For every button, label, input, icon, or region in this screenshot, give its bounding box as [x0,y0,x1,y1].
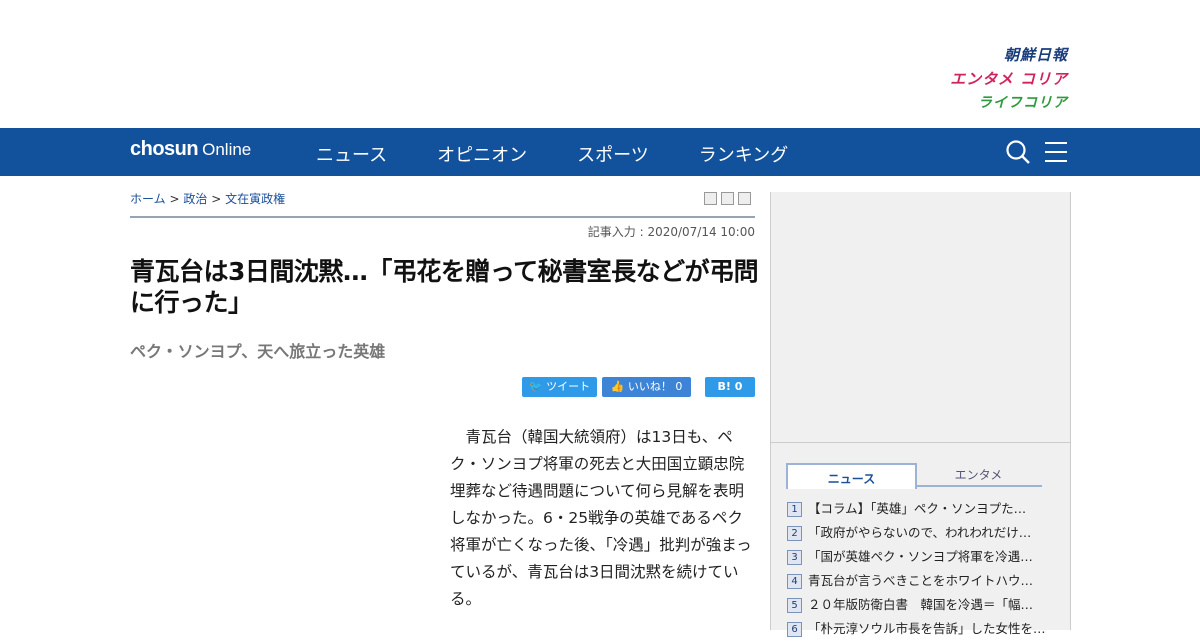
ranking-item[interactable]: 6 「朴元淳ソウル市長を告訴」した女性を… [787,618,1055,642]
hatena-bookmark-button[interactable]: B! 0 [705,377,755,397]
text-view-icon[interactable] [721,192,734,205]
tab-entame[interactable]: エンタメ [915,463,1042,487]
article-subtitle: ペク・ソンヨプ、天へ旅立った英雄 [130,342,386,361]
article-headline: 青瓦台は3日間沈黙…「弔花を贈って秘書室長などが弔問に行った」 [130,257,759,317]
rank-number: 4 [787,574,802,589]
ranking-title: 「政府がやらないので、われわれだけ… [808,525,1032,540]
ranking-title: 【コラム】「英雄」ペク・ソンヨプた… [808,501,1027,516]
entame-korea-logo[interactable]: エンタメ コリア [950,68,1068,92]
article-date: 記事入力 : 2020/07/14 10:00 [587,225,755,239]
breadcrumb-topic[interactable]: 文在寅政権 [225,192,285,206]
brand-logos: 朝鮮日報 エンタメ コリア ライフコリア [950,44,1068,116]
ranking-list: 1 【コラム】「英雄」ペク・ソンヨプた… 2 「政府がやらないので、われわれだけ… … [787,498,1055,642]
facebook-like-button[interactable]: 👍 いいね！ 0 [602,377,691,397]
ranking-item[interactable]: 2 「政府がやらないので、われわれだけ… [787,522,1055,546]
search-icon[interactable] [1005,139,1031,165]
tweet-button[interactable]: 🐦 ツイート [522,377,597,397]
article-body: 青瓦台（韓国大統領府）は13日も、ペク・ソンヨプ将軍の死去と大田国立顕忠院埋葬な… [450,428,752,608]
nav-item-sports[interactable]: スポーツ [577,141,649,167]
rank-number: 2 [787,526,802,541]
top-header: 朝鮮日報 エンタメ コリア ライフコリア [0,0,1200,128]
logo-bold-text: chosun [130,138,199,160]
ranking-title: 青瓦台が言うべきことをホワイトハウ… [808,573,1034,588]
article-tools [704,192,751,205]
title-divider [130,216,755,218]
nav-links: ニュース オピニオン スポーツ ランキング [316,141,788,167]
rank-number: 3 [787,550,802,565]
sidebar-ad-space [771,192,1070,443]
ranking-title: 「朴元淳ソウル市長を告訴」した女性を… [808,621,1046,636]
tweet-label: ツイート [546,380,591,393]
ranking-item[interactable]: 3 「国が英雄ペク・ソンヨプ将軍を冷遇… [787,546,1055,570]
nav-item-ranking[interactable]: ランキング [699,141,788,167]
chosun-ilbo-logo[interactable]: 朝鮮日報 [950,44,1068,68]
twitter-icon: 🐦 [528,380,543,393]
back-arrow-icon[interactable] [738,192,751,205]
hamburger-menu-icon[interactable] [1044,141,1068,163]
life-korea-logo[interactable]: ライフコリア [950,92,1068,116]
ranking-item[interactable]: 5 ２０年版防衛白書 韓国を冷遇＝「幅… [787,594,1055,618]
print-icon[interactable] [704,192,717,205]
breadcrumb-separator: > [211,192,222,206]
breadcrumb-section[interactable]: 政治 [183,192,207,206]
chosun-online-logo[interactable]: chosun Online [130,138,251,161]
breadcrumb-separator: > [169,192,180,206]
ranking-item[interactable]: 4 青瓦台が言うべきことをホワイトハウ… [787,570,1055,594]
logo-light-text: Online [202,140,252,159]
nav-item-news[interactable]: ニュース [316,141,387,167]
ranking-item[interactable]: 1 【コラム】「英雄」ペク・ソンヨプた… [787,498,1055,522]
breadcrumb-home[interactable]: ホーム [130,192,166,206]
ranking-title: 「国が英雄ペク・ソンヨプ将軍を冷遇… [808,549,1033,564]
breadcrumb: ホーム > 政治 > 文在寅政権 [130,190,285,207]
like-label: いいね！ 0 [627,380,683,393]
rank-number: 5 [787,598,802,613]
thumbs-up-icon: 👍 [610,380,625,393]
rank-number: 1 [787,502,802,517]
ranking-title: ２０年版防衛白書 韓国を冷遇＝「幅… [808,597,1034,612]
tab-news[interactable]: ニュース [786,463,917,489]
nav-item-opinion[interactable]: オピニオン [437,141,527,167]
sidebar: ニュース エンタメ 1 【コラム】「英雄」ペク・ソンヨプた… 2 「政府がやらないの… [770,192,1071,637]
